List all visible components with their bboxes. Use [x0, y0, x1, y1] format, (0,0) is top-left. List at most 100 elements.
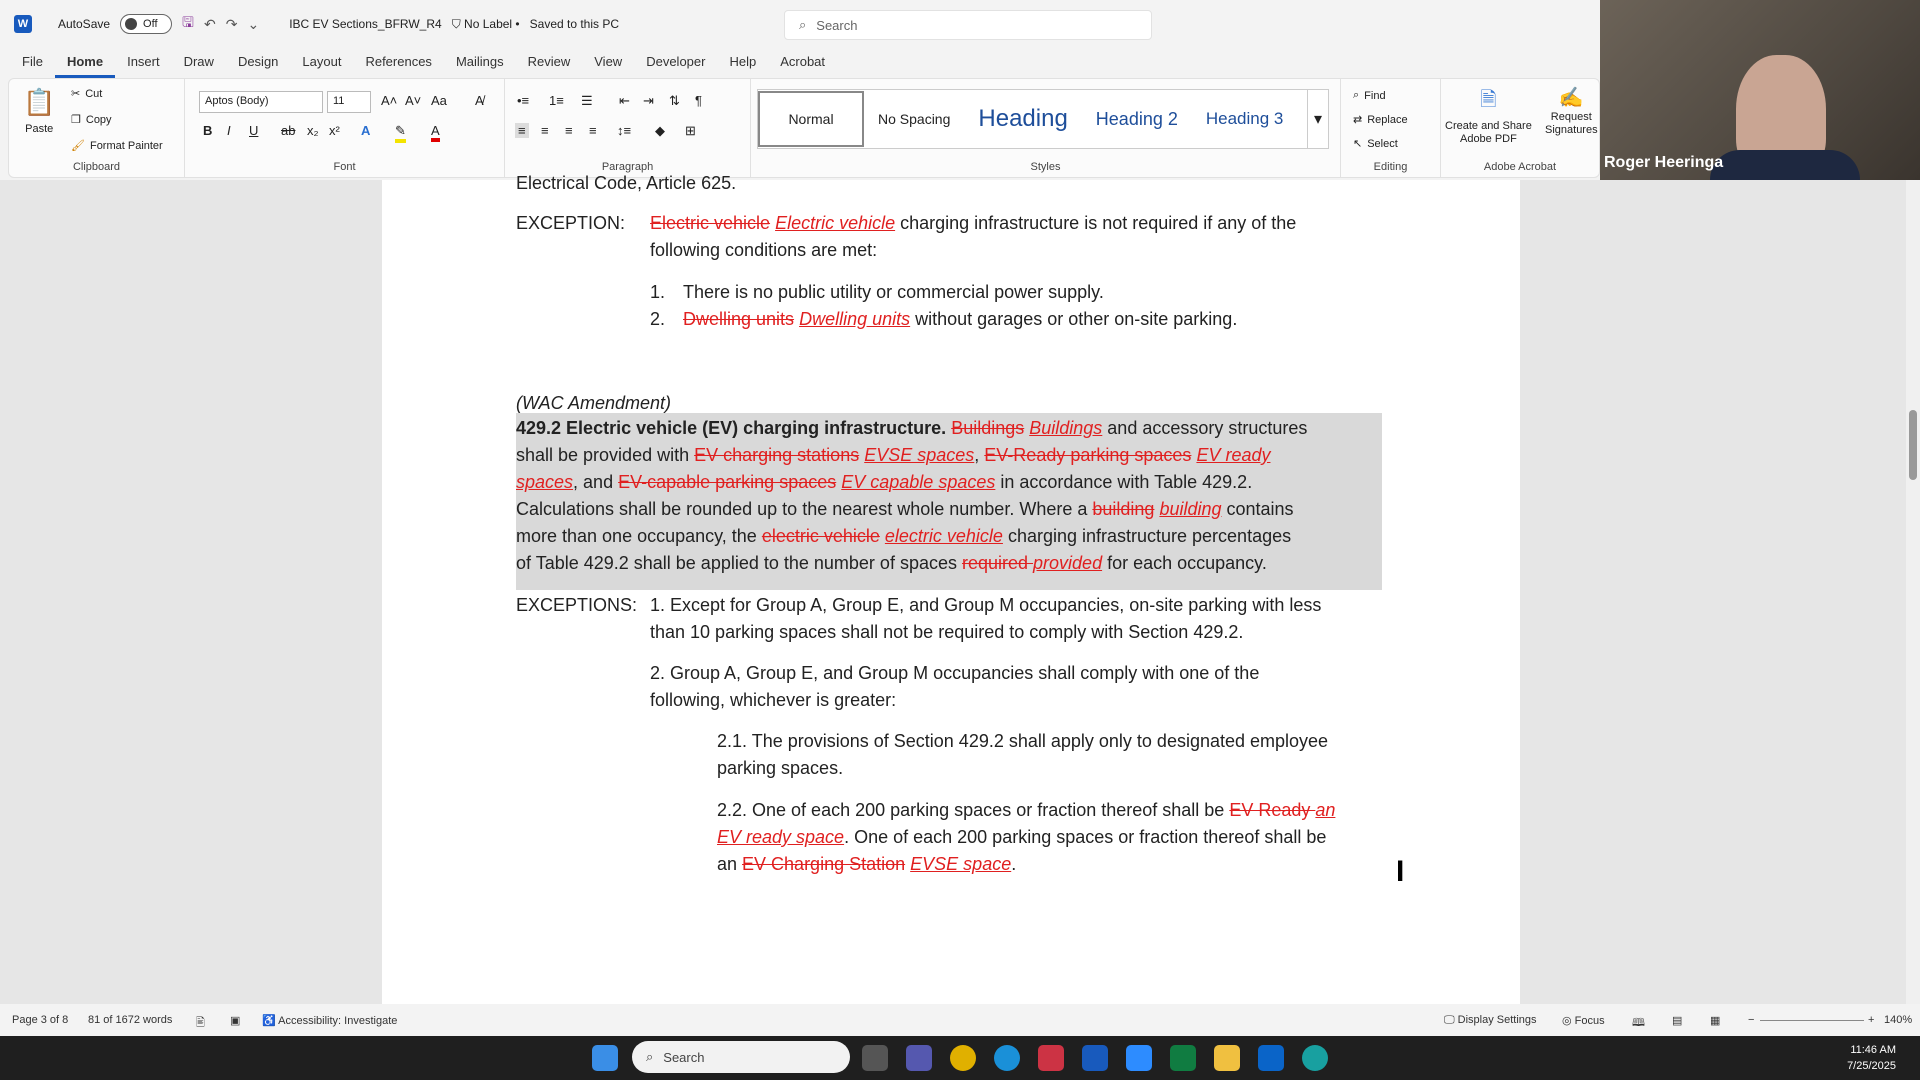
align-center-icon[interactable]: ≡: [541, 123, 549, 138]
zoom-level[interactable]: 140%: [1884, 1014, 1912, 1026]
doc-line[interactable]: EV ready space. One of each 200 parking …: [717, 824, 1326, 851]
list-item[interactable]: There is no public utility or commercial…: [683, 279, 1104, 306]
tab-acrobat[interactable]: Acrobat: [768, 50, 837, 78]
superscript-button[interactable]: x²: [329, 123, 340, 138]
doc-line[interactable]: following, whichever is greater:: [650, 687, 896, 714]
show-formatting-icon[interactable]: ¶: [695, 93, 702, 108]
sensitivity-label[interactable]: ⛉ No Label •: [452, 17, 520, 32]
wac-amendment[interactable]: (WAC Amendment): [516, 390, 671, 417]
doc-line[interactable]: spaces, and EV-capable parking spaces EV…: [516, 469, 1252, 496]
grow-font-icon[interactable]: A˄: [381, 93, 397, 108]
doc-line[interactable]: more than one occupancy, the electric ve…: [516, 523, 1291, 550]
align-right-icon[interactable]: ≡: [565, 123, 573, 138]
style-heading-2[interactable]: Heading 2: [1082, 109, 1192, 130]
shrink-font-icon[interactable]: A˅: [405, 93, 421, 108]
borders-icon[interactable]: ⊞: [685, 123, 696, 139]
word-taskbar-icon[interactable]: [1082, 1045, 1108, 1071]
word-count[interactable]: 81 of 1672 words: [88, 1014, 172, 1026]
tab-mailings[interactable]: Mailings: [444, 50, 516, 78]
change-case-icon[interactable]: Aa: [431, 93, 447, 108]
doc-line[interactable]: Electrical Code, Article 625.: [516, 170, 736, 197]
style-no-spacing[interactable]: No Spacing: [864, 111, 964, 127]
subscript-button[interactable]: x₂: [307, 123, 319, 138]
windows-start-icon[interactable]: [592, 1045, 618, 1071]
highlight-color-icon[interactable]: ✎: [395, 123, 406, 143]
multilevel-list-icon[interactable]: ☰: [581, 93, 593, 109]
web-layout-icon[interactable]: ▦: [1710, 1014, 1720, 1027]
doc-line[interactable]: following conditions are met:: [650, 237, 877, 264]
doc-line[interactable]: shall be provided with EV charging stati…: [516, 442, 1270, 469]
undo-icon[interactable]: ↶: [204, 16, 216, 33]
tab-design[interactable]: Design: [226, 50, 290, 78]
task-view-icon[interactable]: [862, 1045, 888, 1071]
tab-view[interactable]: View: [582, 50, 634, 78]
taskbar-search[interactable]: ⌕ Search: [632, 1041, 850, 1073]
style-normal[interactable]: Normal: [758, 91, 864, 147]
numbering-icon[interactable]: 1≡: [549, 93, 564, 108]
list-number[interactable]: 1.: [650, 279, 665, 306]
focus-mode[interactable]: ◎ Focus: [1562, 1014, 1605, 1027]
doc-line[interactable]: 1. Except for Group A, Group E, and Grou…: [650, 592, 1321, 619]
redo-icon[interactable]: ↷: [226, 16, 238, 33]
save-status[interactable]: Saved to this PC: [530, 17, 619, 31]
text-effects-icon[interactable]: A: [361, 123, 370, 138]
doc-line[interactable]: 2.2. One of each 200 parking spaces or f…: [717, 797, 1335, 824]
doc-line[interactable]: 429.2 Electric vehicle (EV) charging inf…: [516, 415, 1307, 442]
chrome-icon[interactable]: [950, 1045, 976, 1071]
display-settings[interactable]: 🖵 Display Settings: [1444, 1014, 1537, 1027]
browser-icon[interactable]: [1302, 1045, 1328, 1071]
doc-line[interactable]: parking spaces.: [717, 755, 843, 782]
style-heading-3[interactable]: Heading 3: [1192, 109, 1298, 129]
increase-indent-icon[interactable]: ⇥: [643, 93, 654, 109]
macro-icon[interactable]: ▣: [230, 1014, 240, 1027]
doc-line[interactable]: an EV Charging Station EVSE space.: [717, 851, 1016, 878]
paste-button[interactable]: 📋 Paste: [23, 87, 55, 135]
file-explorer-icon[interactable]: [1214, 1045, 1240, 1071]
proofing-icon[interactable]: 🖹: [196, 1014, 205, 1033]
italic-button[interactable]: I: [227, 123, 231, 138]
doc-line[interactable]: 2.1. The provisions of Section 429.2 sha…: [717, 728, 1328, 755]
teams-icon[interactable]: [906, 1045, 932, 1071]
zoom-in-icon[interactable]: +: [1868, 1014, 1874, 1026]
tab-draw[interactable]: Draw: [172, 50, 226, 78]
decrease-indent-icon[interactable]: ⇤: [619, 93, 630, 109]
print-layout-icon[interactable]: ▤: [1672, 1014, 1682, 1027]
doc-line[interactable]: than 10 parking spaces shall not be requ…: [650, 619, 1243, 646]
font-color-icon[interactable]: A: [431, 123, 440, 142]
exception-label[interactable]: EXCEPTION:: [516, 210, 625, 237]
zoom-app-icon[interactable]: [1126, 1045, 1152, 1071]
snipping-tool-icon[interactable]: [1038, 1045, 1064, 1071]
doc-line[interactable]: 2. Group A, Group E, and Group M occupan…: [650, 660, 1259, 687]
shading-icon[interactable]: ◆: [655, 123, 665, 139]
tab-review[interactable]: Review: [516, 50, 583, 78]
style-heading[interactable]: Heading: [964, 105, 1081, 133]
tab-references[interactable]: References: [353, 50, 443, 78]
bullets-icon[interactable]: •≡: [517, 93, 529, 108]
search-box[interactable]: ⌕ Search: [784, 10, 1152, 40]
font-size-select[interactable]: 11: [327, 91, 371, 113]
customize-toolbar-icon[interactable]: ⌄: [247, 16, 259, 33]
cut-button[interactable]: ✂ Cut: [71, 87, 102, 101]
tab-home[interactable]: Home: [54, 50, 116, 78]
zoom-out-icon[interactable]: −: [1748, 1014, 1754, 1026]
read-mode-icon[interactable]: 🕮: [1632, 1014, 1645, 1033]
styles-more-icon[interactable]: ▾: [1306, 90, 1328, 148]
outlook-icon[interactable]: [1258, 1045, 1284, 1071]
tab-developer[interactable]: Developer: [634, 50, 717, 78]
clear-formatting-icon[interactable]: A̸: [475, 93, 484, 108]
font-family-select[interactable]: Aptos (Body): [199, 91, 323, 113]
line-spacing-icon[interactable]: ↕≡: [617, 123, 631, 138]
bold-button[interactable]: B: [203, 123, 212, 138]
justify-icon[interactable]: ≡: [589, 123, 597, 138]
select-button[interactable]: ↖ Select: [1353, 137, 1398, 151]
edge-icon[interactable]: [994, 1045, 1020, 1071]
doc-line[interactable]: of Table 429.2 shall be applied to the n…: [516, 550, 1267, 577]
list-number[interactable]: 2.: [650, 306, 665, 333]
autosave-toggle[interactable]: Off: [120, 14, 173, 34]
copy-button[interactable]: ❐ Copy: [71, 113, 112, 127]
tab-help[interactable]: Help: [717, 50, 768, 78]
doc-line[interactable]: Electric vehicle Electric vehicle chargi…: [650, 210, 1296, 237]
exceptions-label[interactable]: EXCEPTIONS:: [516, 592, 637, 619]
strikethrough-button[interactable]: ab: [281, 123, 295, 138]
format-painter-button[interactable]: 🖌 Format Painter: [71, 139, 163, 153]
